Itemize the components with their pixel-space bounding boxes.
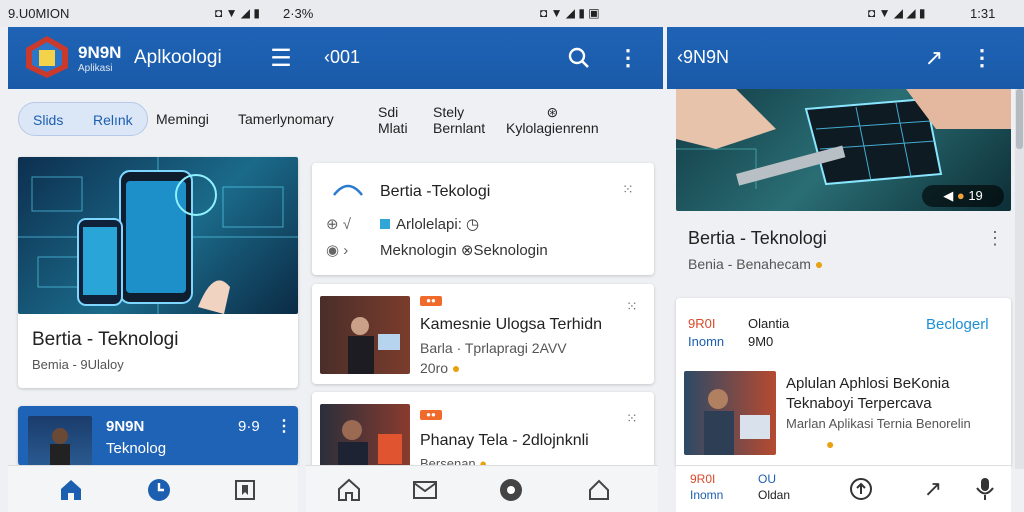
list-title: Kamesnie Ulogsa Terhidn [420, 316, 603, 333]
list-thumb [320, 296, 410, 374]
promo-image [28, 416, 92, 466]
clock-icon[interactable] [146, 477, 172, 503]
emoji-icon: ● [826, 436, 835, 452]
mail-icon[interactable] [412, 477, 438, 503]
hero-news-card[interactable]: Bertia - Teknologi Bemia - 9Ulaloy [18, 157, 298, 388]
globe-icon: ⊛ [546, 104, 559, 120]
right-title: Bertia - Teknologi [688, 228, 827, 248]
card-line1: Arlolelapi: ◷ [380, 215, 479, 233]
home-outline-icon[interactable] [336, 477, 362, 503]
chip-item[interactable]: ⊛ Kylolagienrenn [506, 104, 599, 138]
promo-title: Teknolog [106, 440, 167, 457]
nav-tag2-sub: Oldan [758, 488, 791, 502]
chip-active[interactable]: Slids Relınk [18, 102, 148, 136]
nav-tag[interactable]: 9R0I [690, 472, 715, 486]
more-vert-icon[interactable]: ⋮ [276, 416, 292, 436]
hero-image [18, 157, 298, 314]
col-sub: 9M0 [748, 334, 774, 349]
app-bar-left: 9N9N Aplikasi Aplkoologi ☰ ‹001 ⋮ [8, 27, 663, 89]
app-title: Aplkoologi [134, 47, 222, 68]
list-meta: Barla · Tprlapragi 2AVV [420, 340, 567, 356]
user-icon: ◉ › [326, 242, 349, 259]
right-article-card[interactable]: 9R0I Inomn Olantia 9M0 Beclogerl Aplulan… [676, 298, 1011, 468]
app-bar-right: ‹9N9N ↗ ⋮ [667, 27, 1024, 89]
status-bar: 9.U0MION ◘ ▼ ◢ ▮ 2·3% ◘ ▼ ◢ ▮ ▣ ◘ ▼ ◢ ◢ … [0, 0, 1024, 27]
back-button[interactable]: ‹001 [324, 47, 360, 68]
promo-brand: 9N9N [106, 418, 145, 435]
chip-item[interactable]: Memingi [156, 102, 209, 136]
video-duration-badge: ◀ ● 19 [922, 185, 1004, 207]
article-meta: Marlan Aplikasi Ternia Benorelin [786, 416, 971, 431]
brand-sub: Aplikasi [78, 63, 113, 74]
emoji-icon: ● [451, 360, 461, 376]
card-title: Bertia -Tekologi [380, 183, 491, 200]
more-vert-icon[interactable]: ⋮ [617, 45, 639, 71]
share-icon[interactable]: ↗ [920, 44, 948, 72]
bottom-nav-right: 9R0I Inomn OU Oldan ↗ [676, 465, 1011, 512]
more-vert-icon[interactable]: ⋮ [986, 228, 1004, 249]
emoji-icon: ● [814, 256, 824, 272]
more-vert-icon[interactable]: ⋮ [971, 45, 993, 71]
card-title: Bertia - Teknologi [32, 329, 179, 350]
bookmark-icon[interactable] [232, 477, 258, 503]
top-news-card[interactable]: Bertia -Tekologi ⁙ ⊕ √ Arlolelapi: ◷ ◉ ›… [312, 163, 654, 275]
right-hero-image[interactable]: ◀ ● 19 [676, 89, 1011, 211]
share-icon[interactable]: ↗ [920, 476, 946, 502]
list-title: Phanay Tela - 2dlojnknli [420, 432, 589, 449]
info-icon: ⊕ √ [326, 216, 351, 233]
promo-stat: 9·9 [238, 418, 260, 435]
list-item[interactable]: ●● ⁙ Kamesnie Ulogsa Terhidn Barla · Tpr… [312, 284, 654, 384]
clock-icon: ◷ [466, 216, 480, 233]
chip-item[interactable]: Stely Bernlant [433, 104, 485, 138]
brand-name: 9N9N [78, 43, 122, 62]
drag-handle-icon[interactable]: ⁙ [622, 181, 634, 198]
status-icons-left: ◘ ▼ ◢ ▮ [215, 6, 260, 20]
promo-card[interactable]: 9N9N Teknolog 9·9 ⋮ [18, 406, 298, 466]
app-logo-icon[interactable] [24, 34, 70, 80]
arc-icon [330, 179, 366, 197]
bottom-nav-mid [306, 465, 658, 512]
drag-handle-icon[interactable]: ⁙ [626, 298, 638, 315]
drag-handle-icon[interactable]: ⁙ [626, 410, 638, 427]
nav-tag-sub: Inomn [690, 488, 724, 502]
status-icons-right: ◘ ▼ ◢ ◢ ▮ [868, 6, 926, 20]
card-line2: Meknologin ⊗Seknologin [380, 242, 548, 259]
col-label: Olantia [748, 316, 790, 331]
chip-item[interactable]: Sdi Mlati [378, 104, 408, 138]
microphone-icon[interactable] [972, 476, 998, 502]
list-meta2: 20ro ● [420, 360, 461, 376]
badge: ●● [420, 410, 442, 420]
right-meta: Benia - Benahecam ● [688, 256, 824, 272]
status-time-left: 2·3% [283, 6, 314, 21]
status-icons-mid: ◘ ▼ ◢ ▮ ▣ [540, 6, 600, 20]
home-alt-icon[interactable] [586, 477, 612, 503]
search-icon[interactable] [566, 45, 592, 71]
article-title: Aplulan Aphlosi BeKonia Teknaboyi Terper… [786, 375, 950, 412]
home-icon[interactable] [58, 477, 84, 503]
upload-circle-icon[interactable] [848, 476, 874, 502]
nav-tag2[interactable]: OU [758, 472, 776, 486]
tag-label: 9R0I [688, 316, 716, 331]
status-left-text: 9.U0MION [8, 6, 70, 21]
app-title-right[interactable]: ‹9N9N [677, 47, 729, 68]
list-item[interactable]: ●● ⁙ Phanay Tela - 2dlojnknli Bersenan ● [312, 392, 654, 472]
list-thumb [320, 404, 410, 472]
card-meta: Bemia - 9Ulaloy [32, 357, 124, 372]
close-circle-icon: ⊗ [460, 242, 474, 259]
article-thumb [684, 371, 776, 455]
scrollbar[interactable] [1015, 89, 1024, 469]
chip-item[interactable]: Tamerlynomary [238, 102, 334, 136]
bottom-nav-left [8, 465, 298, 512]
scrollbar-thumb[interactable] [1016, 89, 1023, 149]
menu-icon[interactable]: ☰ [268, 45, 294, 72]
record-icon[interactable] [498, 477, 524, 503]
status-time-right: 1:31 [970, 6, 996, 21]
badge: ●● [420, 296, 442, 306]
tag-sub: Inomn [688, 334, 725, 349]
filter-chips: Slids Relınk Memingi Tamerlynomary Sdi Ml… [8, 96, 663, 142]
square-icon [380, 219, 390, 229]
header-link[interactable]: Beclogerl [926, 316, 989, 333]
